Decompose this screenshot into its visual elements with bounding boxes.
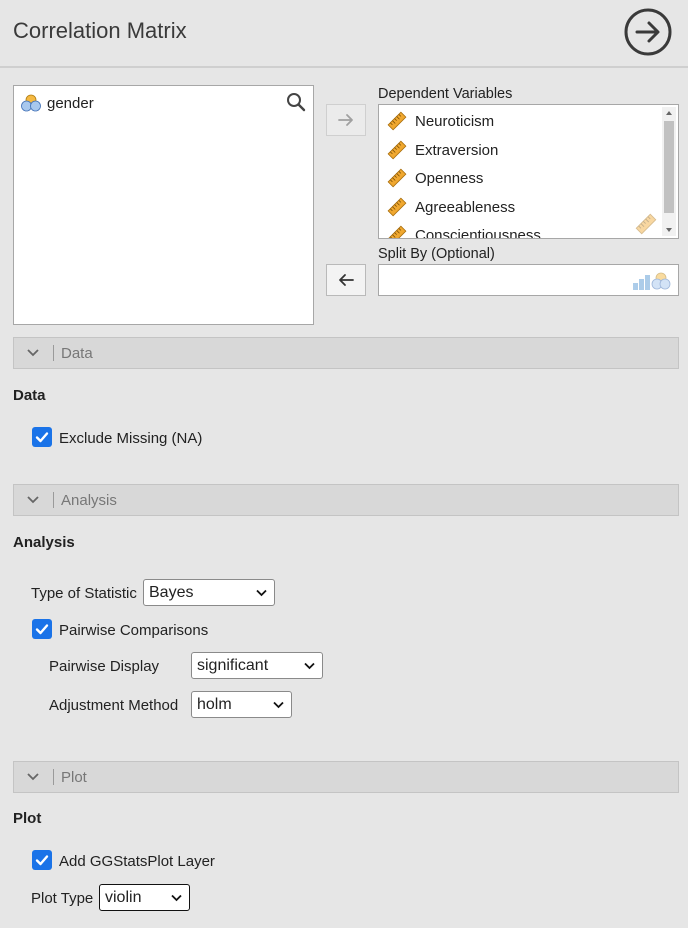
list-item-label: Agreeableness: [415, 198, 516, 216]
continuous-variable-icon: [387, 225, 407, 238]
list-item[interactable]: Agreeableness: [387, 197, 515, 217]
arrow-left-icon: [339, 274, 354, 286]
adjustment-method-label: Adjustment Method: [49, 697, 179, 714]
section-separator: [53, 492, 54, 508]
nominal-ordinal-type-icon: [633, 272, 671, 290]
chevron-down-icon: [27, 349, 39, 357]
analysis-group-title: Analysis: [13, 534, 75, 551]
data-section-header[interactable]: Data: [13, 337, 679, 369]
page-title: Correlation Matrix: [13, 18, 187, 43]
continuous-variable-icon: [387, 111, 407, 131]
data-group-title: Data: [13, 387, 46, 404]
checkmark-icon: [35, 432, 49, 443]
continuous-variable-icon: [387, 168, 407, 188]
analysis-section-label: Analysis: [61, 491, 117, 509]
variable-label: gender: [47, 94, 94, 112]
dependent-variables-label: Dependent Variables: [378, 86, 513, 102]
arrow-right-icon: [338, 114, 353, 126]
nominal-variable-icon: [21, 94, 41, 112]
chevron-down-icon: [171, 894, 182, 901]
header-divider: [0, 66, 688, 68]
move-to-dependent-button[interactable]: [326, 104, 366, 136]
list-item-label: Neuroticism: [415, 112, 495, 130]
run-analysis-button[interactable]: [624, 8, 672, 56]
list-item-label: Conscientiousness: [415, 226, 541, 239]
exclude-missing-label[interactable]: Exclude Missing (NA): [59, 430, 202, 447]
list-item[interactable]: Neuroticism: [387, 111, 494, 131]
select-value: Bayes: [149, 583, 194, 601]
adjustment-method-select[interactable]: holm: [191, 691, 292, 718]
plot-section-label: Plot: [61, 768, 87, 786]
plot-type-label: Plot Type: [31, 890, 94, 907]
select-value: violin: [105, 888, 142, 906]
move-from-split-button[interactable]: [326, 264, 366, 296]
list-item-label: Extraversion: [415, 141, 499, 159]
list-item[interactable]: Openness: [387, 168, 483, 188]
select-value: significant: [197, 656, 269, 674]
pairwise-comparisons-checkbox[interactable]: [32, 619, 52, 639]
select-value: holm: [197, 695, 232, 713]
exclude-missing-checkbox[interactable]: [32, 427, 52, 447]
add-ggstatsplot-layer-checkbox[interactable]: [32, 850, 52, 870]
analysis-section-header[interactable]: Analysis: [13, 484, 679, 516]
plot-type-select[interactable]: violin: [99, 884, 190, 911]
chevron-down-icon: [27, 496, 39, 504]
dependent-variables-list[interactable]: Neuroticism Extraversion Openness Agreea…: [378, 104, 679, 239]
type-of-statistic-select[interactable]: Bayes: [143, 579, 275, 606]
pairwise-display-label: Pairwise Display: [49, 658, 160, 675]
section-separator: [53, 769, 54, 785]
pairwise-comparisons-label[interactable]: Pairwise Comparisons: [59, 622, 208, 639]
list-item[interactable]: Extraversion: [387, 140, 498, 160]
continuous-variable-icon: [387, 140, 407, 160]
section-separator: [53, 345, 54, 361]
chevron-down-icon: [273, 701, 284, 708]
chevron-down-icon: [256, 589, 267, 596]
chevron-down-icon: [27, 773, 39, 781]
variable-item[interactable]: gender: [21, 94, 94, 112]
list-item[interactable]: Conscientiousness: [387, 225, 541, 239]
checkmark-icon: [35, 855, 49, 866]
plot-section-header[interactable]: Plot: [13, 761, 679, 793]
plot-group-title: Plot: [13, 810, 42, 827]
checkmark-icon: [35, 624, 49, 635]
available-variables-list[interactable]: gender: [13, 85, 314, 325]
arrow-right-circle-icon: [624, 8, 672, 56]
continuous-variable-drop-hint-icon: [635, 213, 657, 235]
split-by-dropzone[interactable]: [378, 264, 679, 296]
chevron-down-icon: [304, 662, 315, 669]
split-by-label: Split By (Optional): [378, 246, 495, 262]
search-icon[interactable]: [286, 92, 306, 112]
pairwise-display-select[interactable]: significant: [191, 652, 323, 679]
continuous-variable-icon: [387, 197, 407, 217]
list-item-label: Openness: [415, 169, 484, 187]
data-section-label: Data: [61, 344, 93, 362]
type-of-statistic-label: Type of Statistic: [31, 585, 137, 602]
add-ggstatsplot-layer-label[interactable]: Add GGStatsPlot Layer: [59, 853, 215, 870]
scrollbar[interactable]: [662, 107, 676, 236]
